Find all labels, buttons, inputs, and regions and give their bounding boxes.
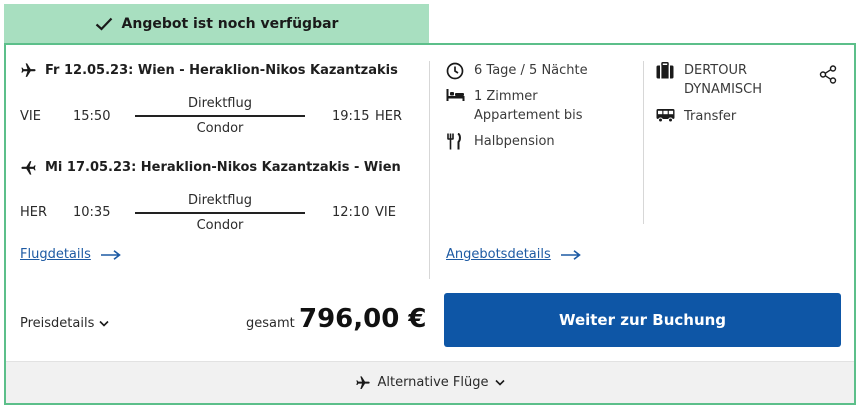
inbound-airline: Condor [196,218,244,233]
chevron-down-icon [99,320,109,327]
inbound-route-line [135,212,305,214]
offer-card: Fr 12.05.23: Wien - Heraklion-Nikos Kaza… [4,43,856,405]
availability-banner: Angebot ist noch verfügbar [4,4,429,44]
share-button[interactable] [819,65,837,88]
outbound-arr-time: 19:15 [332,109,370,124]
outbound-title-text: Fr 12.05.23: Wien - Heraklion-Nikos Kaza… [45,63,398,78]
flight-details-label: Flugdetails [20,247,91,262]
transfer-feature: Transfer [656,107,796,126]
column-separator-1 [429,61,430,279]
price-details-label: Preisdetails [20,316,95,331]
outbound-flight-type: Direktflug [188,96,252,111]
inbound-flight-type: Direktflug [188,193,252,208]
availability-text: Angebot ist noch verfügbar [121,16,339,32]
board-feature: Halbpension [446,132,636,151]
flight-details-link[interactable]: Flugdetails [20,247,121,262]
clock-icon [446,62,464,80]
transfer-text: Transfer [684,109,737,124]
column-separator-2 [643,61,644,224]
offer-details-label: Angebotsdetails [446,247,551,262]
price-details-toggle[interactable]: Preisdetails [20,316,109,331]
inbound-route-title: Mi 17.05.23: Heraklion-Nikos Kazantzakis… [20,159,401,176]
suitcase-icon [656,62,674,79]
duration-text: 6 Tage / 5 Nächte [474,63,588,78]
arrow-right-icon [100,249,121,260]
offer-details-link[interactable]: Angebotsdetails [446,247,581,262]
cutlery-icon [447,133,461,150]
plane-return-icon [21,161,36,175]
chevron-down-icon [494,379,505,386]
alternative-flights-label: Alternative Flüge [377,375,489,390]
inbound-dep-time: 10:35 [73,205,111,220]
room-text: 1 Zimmer Appartement bis [474,89,583,123]
total-label: gesamt [246,316,295,331]
plane-icon [356,375,371,389]
share-icon [819,65,837,84]
outbound-route-line [135,115,305,117]
outbound-route-title: Fr 12.05.23: Wien - Heraklion-Nikos Kaza… [20,62,398,79]
plane-departure-icon [21,63,36,77]
inbound-dep-code: HER [20,205,48,220]
inbound-title-text: Mi 17.05.23: Heraklion-Nikos Kazantzakis… [45,160,401,175]
operator-name: DERTOUR DYNAMISCH [684,63,763,97]
inbound-arr-time: 12:10 [332,205,370,220]
board-text: Halbpension [474,134,555,149]
inbound-arr-code: VIE [375,205,396,220]
continue-booking-button[interactable]: Weiter zur Buchung [444,293,841,347]
outbound-arr-code: HER [375,109,403,124]
arrow-right-icon [560,249,581,260]
operator-feature: DERTOUR DYNAMISCH [656,61,796,99]
total-price: 796,00 € [299,304,427,334]
check-icon [95,17,112,31]
duration-feature: 6 Tage / 5 Nächte [446,61,636,80]
alternative-flights-toggle[interactable]: Alternative Flüge [6,361,854,403]
room-feature: 1 Zimmer Appartement bis [446,87,636,125]
bus-icon [656,109,675,123]
outbound-airline: Condor [196,121,244,136]
outbound-dep-code: VIE [20,109,41,124]
bed-icon [446,89,465,101]
outbound-dep-time: 15:50 [73,109,111,124]
